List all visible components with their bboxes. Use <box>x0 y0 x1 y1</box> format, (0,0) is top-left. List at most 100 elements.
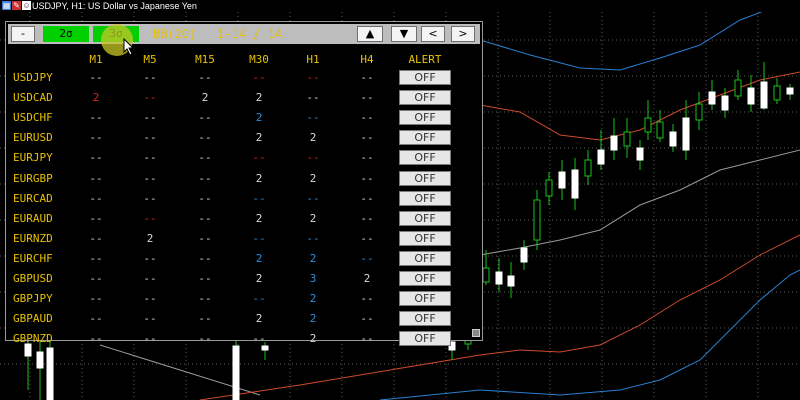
symbol-label: EURUSD <box>13 131 53 145</box>
signal-cell: -- <box>306 151 320 165</box>
signal-cell: -- <box>143 71 157 84</box>
signal-cell: -- <box>306 71 320 84</box>
alert-toggle-button[interactable]: OFF <box>399 311 451 327</box>
alert-toggle-button[interactable]: OFF <box>399 230 451 246</box>
signal-cell: 2 <box>309 171 317 185</box>
symbol-label: USDCAD <box>13 91 53 105</box>
alert-toggle-button[interactable]: OFF <box>399 190 451 206</box>
candle-body <box>261 345 269 351</box>
signal-cell: 2 <box>363 272 371 285</box>
candle-body <box>36 351 44 369</box>
signal-cell: -- <box>360 151 374 165</box>
signal-cell: -- <box>143 292 157 306</box>
upper-band <box>479 71 800 141</box>
candle-body <box>786 87 794 95</box>
symbol-label: USDJPY <box>13 71 53 84</box>
outer-lower-band <box>479 269 800 396</box>
mouse-pointer-icon <box>123 38 135 56</box>
candle-body <box>695 103 703 121</box>
signal-cell: -- <box>143 171 157 185</box>
signal-cell: -- <box>252 231 266 245</box>
signal-cell: -- <box>89 272 103 285</box>
signal-cell: -- <box>360 332 374 346</box>
signal-cell: -- <box>89 292 103 306</box>
signal-cell: 2 <box>309 211 317 225</box>
signal-cell: -- <box>89 171 103 185</box>
signal-cell: 3 <box>309 272 317 285</box>
scroll-up-button[interactable]: ▲ <box>357 26 383 42</box>
signal-cell: -- <box>89 332 103 346</box>
signal-cell: 2 <box>255 272 263 285</box>
signal-cell: 2 <box>309 292 317 306</box>
alert-toggle-button[interactable]: OFF <box>399 250 451 266</box>
alert-toggle-button[interactable]: OFF <box>399 210 451 226</box>
signal-cell: -- <box>360 231 374 245</box>
timeframe-header-m30: M30 <box>249 53 269 66</box>
signal-cell: -- <box>360 131 374 145</box>
candle-body <box>46 347 54 400</box>
candle-body <box>656 121 664 139</box>
candle-body <box>533 199 541 241</box>
signal-cell: -- <box>89 151 103 165</box>
signal-cell: -- <box>143 111 157 125</box>
chart-window-icon: ▦ <box>2 1 11 10</box>
timeframe-header-h1: H1 <box>306 53 320 66</box>
candle-body <box>482 267 490 283</box>
timeframe-header-m15: M15 <box>195 53 215 66</box>
candle-body <box>708 91 716 105</box>
symbol-label: GBPJPY <box>13 292 53 306</box>
signal-cell: -- <box>198 111 212 125</box>
signal-cell: -- <box>198 292 212 306</box>
alert-toggle-button[interactable]: OFF <box>399 70 451 85</box>
candle-body <box>773 85 781 101</box>
candle-body <box>734 79 742 97</box>
signal-cell: 2 <box>255 211 263 225</box>
alert-column-header: ALERT <box>408 53 442 66</box>
page-range-label: 1-14 / 14 <box>217 27 283 41</box>
expert-icon: ☺ <box>22 1 31 10</box>
candle-body <box>571 169 579 199</box>
signal-cell: -- <box>360 111 374 125</box>
sigma2-button[interactable]: 2σ <box>43 26 89 42</box>
alert-toggle-button[interactable]: OFF <box>399 291 451 307</box>
signal-cell: 2 <box>255 131 263 145</box>
symbol-label: EURGBP <box>13 171 53 185</box>
candle-body <box>495 271 503 285</box>
next-page-button[interactable]: > <box>451 26 475 42</box>
symbol-label: USDCHF <box>13 111 53 125</box>
lower-band <box>479 234 800 356</box>
signal-cell: -- <box>198 131 212 145</box>
signal-cell: -- <box>89 111 103 125</box>
timeframe-header-m5: M5 <box>143 53 157 66</box>
scroll-down-button[interactable]: ▼ <box>391 26 417 42</box>
alert-toggle-button[interactable]: OFF <box>399 90 451 106</box>
prev-page-button[interactable]: < <box>421 26 445 42</box>
indicator-label: BB(20) <box>153 27 197 41</box>
candle-body <box>721 95 729 111</box>
minimize-button[interactable]: - <box>11 26 35 42</box>
signal-cell: -- <box>89 231 103 245</box>
signal-cell: -- <box>143 151 157 165</box>
signal-cell: 2 <box>309 332 317 346</box>
candle-body <box>545 179 553 197</box>
alert-toggle-button[interactable]: OFF <box>399 130 451 146</box>
candle-body <box>747 87 755 105</box>
alert-toggle-button[interactable]: OFF <box>399 170 451 186</box>
candle-body <box>644 117 652 133</box>
alert-toggle-button[interactable]: OFF <box>399 150 451 166</box>
signal-cell: -- <box>252 332 266 346</box>
signal-cell: 2 <box>255 251 263 265</box>
signal-cell: -- <box>198 231 212 245</box>
signal-cell: -- <box>89 71 103 84</box>
alert-toggle-button[interactable]: OFF <box>399 331 451 347</box>
signal-cell: -- <box>360 171 374 185</box>
signal-cell: -- <box>143 312 157 326</box>
signal-cell: -- <box>360 91 374 105</box>
resize-grip[interactable] <box>472 329 480 337</box>
alert-toggle-button[interactable]: OFF <box>399 271 451 286</box>
alert-toggle-button[interactable]: OFF <box>399 110 451 126</box>
signal-cell: -- <box>306 191 320 205</box>
signal-cell: 2 <box>255 91 263 105</box>
signal-cell: -- <box>143 211 157 225</box>
indicator-icon: ✎ <box>12 1 21 10</box>
